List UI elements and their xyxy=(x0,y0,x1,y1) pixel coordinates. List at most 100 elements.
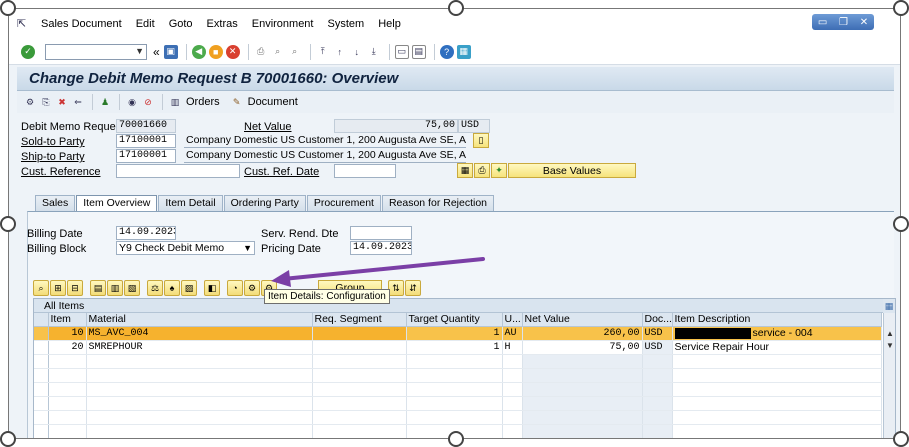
batch-icon[interactable]: ⚙ xyxy=(244,280,260,296)
insert-row-icon[interactable]: ⊞ xyxy=(50,280,66,296)
cell-item[interactable]: 10 xyxy=(48,326,87,341)
last-page-icon[interactable]: ⤓ xyxy=(367,45,381,59)
menu-environment[interactable]: Environment xyxy=(252,18,314,30)
chevron-down-icon[interactable]: ▼ xyxy=(243,242,252,254)
delete-document-icon[interactable]: ✖ xyxy=(55,95,69,109)
exit-icon[interactable]: ■ xyxy=(208,44,223,59)
availability-icon[interactable]: ◧ xyxy=(204,280,220,296)
enter-check-icon[interactable]: ✓ xyxy=(21,44,35,59)
billing-block-select[interactable]: Y9 Check Debit Memo ▼ xyxy=(116,241,255,255)
tab-procurement[interactable]: Procurement xyxy=(306,195,381,211)
table-row-empty[interactable] xyxy=(34,410,882,425)
select-all-header[interactable] xyxy=(34,313,49,327)
back-icon[interactable]: ◀ xyxy=(191,44,206,59)
menu-goto[interactable]: Goto xyxy=(169,18,193,30)
resize-handle-top-center[interactable] xyxy=(448,0,464,16)
col-doc-currency[interactable]: Doc... xyxy=(642,313,673,327)
previous-page-icon[interactable]: ↑ xyxy=(333,45,347,59)
billing-date-input[interactable]: 14.09.2023 xyxy=(116,226,176,240)
cust-ref-date-input[interactable] xyxy=(334,164,396,178)
table-row-empty[interactable] xyxy=(34,354,882,369)
menu-edit[interactable]: Edit xyxy=(136,18,155,30)
scroll-down-icon[interactable]: ▼ xyxy=(885,341,895,351)
cell-item-description[interactable]: service - 004 xyxy=(672,326,882,341)
shortcut-icon[interactable]: ▤ xyxy=(411,44,426,59)
sap-menu-icon[interactable]: ⇱ xyxy=(17,17,31,31)
cell-material[interactable]: SMREPHOUR xyxy=(86,340,313,355)
command-field[interactable]: ▼ xyxy=(45,43,147,60)
table-row-empty[interactable] xyxy=(34,368,882,383)
cell-target-quantity[interactable]: 1 xyxy=(406,340,503,355)
calendar-icon[interactable]: ▦ xyxy=(457,163,473,178)
first-page-icon[interactable]: ⤒ xyxy=(316,45,330,59)
pricing-icon[interactable]: ⚖ xyxy=(147,280,163,296)
resize-handle-top-right[interactable] xyxy=(893,0,909,16)
row-selector[interactable] xyxy=(34,326,49,341)
cell-req-segment[interactable] xyxy=(312,340,407,355)
find-icon[interactable]: ⌕ xyxy=(271,45,285,59)
new-session-icon[interactable]: ▭ xyxy=(394,44,409,59)
puzzle-icon[interactable]: ✦ xyxy=(491,163,507,178)
printer-icon[interactable]: ⎙ xyxy=(474,163,490,178)
item-details-icon[interactable]: ⌕ xyxy=(33,280,49,296)
cell-item[interactable]: 20 xyxy=(48,340,87,355)
resize-handle-middle-right[interactable] xyxy=(893,216,909,232)
reschedule-icon[interactable]: ◔ xyxy=(227,280,243,296)
next-page-icon[interactable]: ↓ xyxy=(350,45,364,59)
chevron-down-icon[interactable]: ▼ xyxy=(135,46,144,56)
orders-icon[interactable]: ▥ xyxy=(168,95,182,109)
orders-button[interactable]: Orders xyxy=(186,96,220,108)
resize-handle-middle-left[interactable] xyxy=(0,216,16,232)
partner-icon[interactable]: ♟ xyxy=(98,95,112,109)
tab-item-overview[interactable]: Item Overview xyxy=(76,195,158,211)
close-icon[interactable]: ✕ xyxy=(860,17,868,28)
copy-document-icon[interactable]: ⎘ xyxy=(39,95,53,109)
cell-req-segment[interactable] xyxy=(312,326,407,341)
restore-icon[interactable]: ❐ xyxy=(839,17,848,28)
select-all-icon[interactable]: ▤ xyxy=(90,280,106,296)
header-output-icon[interactable]: ⇐ xyxy=(71,95,85,109)
table-row-empty[interactable] xyxy=(34,382,882,397)
resize-handle-bottom-right[interactable] xyxy=(893,431,909,447)
cell-item-description[interactable]: Service Repair Hour xyxy=(672,340,882,355)
menu-system[interactable]: System xyxy=(328,18,365,30)
help-icon[interactable]: ? xyxy=(439,44,454,59)
menu-help[interactable]: Help xyxy=(378,18,401,30)
document-icon[interactable]: ✎ xyxy=(230,95,244,109)
layout-menu-icon[interactable]: ▦ xyxy=(456,44,471,59)
block-icon[interactable]: ⊘ xyxy=(141,95,155,109)
sold-to-input[interactable]: 17100001 xyxy=(116,134,176,148)
row-selector[interactable] xyxy=(34,340,49,355)
back-history-icon[interactable]: « xyxy=(153,45,160,59)
table-row[interactable]: 10 MS_AVC_004 1 AU 260,00 USD service - … xyxy=(34,326,882,341)
menu-extras[interactable]: Extras xyxy=(207,18,238,30)
save-icon[interactable]: ▣ xyxy=(163,44,178,59)
tab-reason-for-rejection[interactable]: Reason for Rejection xyxy=(381,195,495,211)
tab-sales[interactable]: Sales xyxy=(35,195,76,211)
base-values-button[interactable]: Base Values xyxy=(508,163,636,178)
menu-sales-document[interactable]: Sales Document xyxy=(41,18,122,30)
table-settings-icon[interactable]: ▦ xyxy=(883,299,895,313)
col-material[interactable]: Material xyxy=(86,313,313,327)
item-config-list-icon[interactable]: ▨ xyxy=(181,280,197,296)
col-target-quantity[interactable]: Target Quantity xyxy=(406,313,503,327)
table-vertical-scrollbar[interactable]: ▲ ▼ xyxy=(883,313,895,438)
schedule-lines-icon[interactable]: ♠ xyxy=(164,280,180,296)
col-req-segment[interactable]: Req. Segment xyxy=(312,313,407,327)
tab-item-detail[interactable]: Item Detail xyxy=(158,195,223,211)
status-icon[interactable]: ◉ xyxy=(125,95,139,109)
cell-unit[interactable]: H xyxy=(502,340,523,355)
display-change-icon[interactable]: ⚙ xyxy=(23,95,37,109)
cell-unit[interactable]: AU xyxy=(502,326,523,341)
col-item[interactable]: Item xyxy=(48,313,87,327)
serv-rend-input[interactable] xyxy=(350,226,412,240)
cancel-icon[interactable]: ✕ xyxy=(225,44,240,59)
cust-reference-input[interactable] xyxy=(116,164,240,178)
ship-to-input[interactable]: 17100001 xyxy=(116,149,176,163)
scroll-up-icon[interactable]: ▲ xyxy=(885,329,895,339)
resize-handle-bottom-left[interactable] xyxy=(0,431,16,447)
cell-material[interactable]: MS_AVC_004 xyxy=(86,326,313,341)
col-unit[interactable]: U... xyxy=(502,313,523,327)
select-block-icon[interactable]: ▧ xyxy=(124,280,140,296)
pricing-date-input[interactable]: 14.09.2023 xyxy=(350,241,412,255)
